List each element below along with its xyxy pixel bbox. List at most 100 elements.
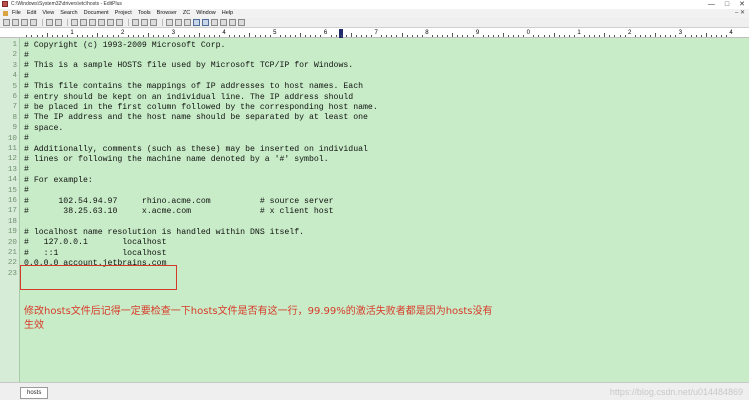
editor-line[interactable]: 9 # space. xyxy=(0,123,63,133)
ruler-tick xyxy=(366,35,368,37)
ruler-tick xyxy=(142,35,144,37)
menu-tools[interactable]: Tools xyxy=(138,9,151,18)
editor-line[interactable]: 5 # This file contains the mappings of IP… xyxy=(0,82,363,92)
minimize-button[interactable]: — xyxy=(708,0,715,9)
ruler-tick xyxy=(609,35,611,37)
editor-line[interactable]: 4 # xyxy=(0,71,28,81)
ruler-mark: 4 xyxy=(222,30,226,36)
document-tab-hosts[interactable]: hosts xyxy=(20,387,49,399)
ruler-tick xyxy=(452,33,454,37)
print-icon[interactable] xyxy=(46,19,53,26)
find-icon[interactable] xyxy=(132,19,139,26)
ruler-tick xyxy=(87,35,89,37)
replace-icon[interactable] xyxy=(141,19,148,26)
editor-line[interactable]: 8 # The IP address and the host name shou… xyxy=(0,113,368,123)
browser-icon[interactable] xyxy=(166,19,173,26)
editor-line[interactable]: 17 # 38.25.63.10 x.acme.com # x client ho… xyxy=(0,206,334,216)
line-text: # xyxy=(24,134,29,144)
word-wrap-icon[interactable] xyxy=(193,19,200,26)
menu-view[interactable]: View xyxy=(42,9,54,18)
editor-line[interactable]: 14 # For example: xyxy=(0,175,93,185)
save-icon[interactable] xyxy=(21,19,28,26)
line-number-icon[interactable] xyxy=(211,19,218,26)
line-number: 23 xyxy=(7,269,17,278)
ruler-tick xyxy=(467,35,469,37)
ruler-tick xyxy=(655,33,657,37)
spell-check-icon[interactable] xyxy=(71,19,78,26)
menu-help[interactable]: Help xyxy=(222,9,233,18)
close-document-icon[interactable] xyxy=(238,19,245,26)
hex-icon[interactable] xyxy=(184,19,191,26)
line-text: # Additionally, comments (such as these)… xyxy=(24,144,368,154)
menu-window[interactable]: Window xyxy=(196,9,216,18)
paste-icon[interactable] xyxy=(98,19,105,26)
editor-line[interactable]: 18 xyxy=(0,217,24,227)
cut-icon[interactable] xyxy=(80,19,87,26)
ruler-tick xyxy=(371,35,373,37)
ruler-tick xyxy=(685,35,687,37)
menu-project[interactable]: Project xyxy=(115,9,132,18)
open-file-icon[interactable] xyxy=(12,19,19,26)
menu-edit[interactable]: Edit xyxy=(27,9,36,18)
editor-line[interactable]: 20 # 127.0.0.1 localhost xyxy=(0,238,167,248)
editor-line[interactable]: 12 # lines or following the machine name … xyxy=(0,154,329,164)
save-all-icon[interactable] xyxy=(30,19,37,26)
new-file-icon[interactable] xyxy=(3,19,10,26)
ruler-tick xyxy=(568,35,570,37)
line-text: # space. xyxy=(24,123,64,133)
ruler-mark: 2 xyxy=(121,30,125,36)
editor-line[interactable]: 7 # be placed in the first column followe… xyxy=(0,102,377,112)
ruler-tick xyxy=(163,35,165,37)
editor-line[interactable]: 19 # localhost name resolution is handled… xyxy=(0,227,304,237)
window-title: C:\Windows\System32\drivers\etc\hosts - … xyxy=(11,1,122,7)
color-icon[interactable] xyxy=(175,19,182,26)
menu-browser[interactable]: Browser xyxy=(157,9,177,18)
editor-line[interactable]: 2 # xyxy=(0,50,28,60)
editor-line[interactable]: 11 # Additionally, comments (such as thes… xyxy=(0,144,368,154)
ruler-tick xyxy=(604,33,606,37)
menu-file[interactable]: File xyxy=(12,9,21,18)
ruler-tick xyxy=(254,35,256,37)
line-text: # Copyright (c) 1993-2009 Microsoft Corp… xyxy=(24,40,226,50)
ruler-tick xyxy=(589,35,591,37)
ruler-tick xyxy=(310,35,312,37)
status-bar: hosts https://blog.csdn.net/u014484869 xyxy=(0,382,749,400)
undo-icon[interactable] xyxy=(107,19,114,26)
document-close-controls[interactable]: – ✕ xyxy=(735,9,745,18)
editor-line[interactable]: 21 # ::1 localhost xyxy=(0,248,167,258)
line-number: 1 xyxy=(12,41,17,49)
editor-line[interactable]: 10 # xyxy=(0,134,29,144)
editor-line[interactable]: 15 # xyxy=(0,186,29,196)
ruler-tick xyxy=(487,35,489,37)
menu-document[interactable]: Document xyxy=(84,9,109,18)
editor-line[interactable]: 6 # entry should be kept on an individual… xyxy=(0,92,353,102)
line-number: 22 xyxy=(7,259,17,268)
ruler-tick xyxy=(295,35,297,37)
settings-icon[interactable] xyxy=(229,19,236,26)
redo-icon[interactable] xyxy=(116,19,123,26)
ruler-tick xyxy=(56,35,58,37)
editor-line[interactable]: 1 # Copyright (c) 1993-2009 Microsoft Cor… xyxy=(0,40,225,50)
editor-line[interactable]: 13 # xyxy=(0,165,29,175)
ruler-tick xyxy=(82,35,84,37)
document-menu-icon[interactable] xyxy=(3,11,8,16)
editor-line[interactable]: 16 # 102.54.94.97 rhino.acme.com # source… xyxy=(0,196,334,206)
show-spaces-icon[interactable] xyxy=(220,19,227,26)
menu-search[interactable]: Search xyxy=(60,9,77,18)
ruler-tick xyxy=(457,35,459,37)
print-preview-icon[interactable] xyxy=(55,19,62,26)
ruler-tick xyxy=(355,35,357,37)
ruler-tick xyxy=(700,35,702,37)
menu-zc[interactable]: ZC xyxy=(183,9,190,18)
line-number: 9 xyxy=(12,124,17,133)
ruler-tick xyxy=(315,35,317,37)
line-number: 13 xyxy=(7,165,17,174)
ruler-tick xyxy=(350,33,352,37)
maximize-button[interactable]: □ xyxy=(725,0,729,9)
ruler-icon[interactable] xyxy=(202,19,209,26)
copy-icon[interactable] xyxy=(89,19,96,26)
find-next-icon[interactable] xyxy=(150,19,157,26)
ruler-tick xyxy=(244,35,246,37)
editor-line[interactable]: 3 # This is a sample HOSTS file used by M… xyxy=(0,61,353,71)
close-button[interactable]: ✕ xyxy=(739,0,745,9)
